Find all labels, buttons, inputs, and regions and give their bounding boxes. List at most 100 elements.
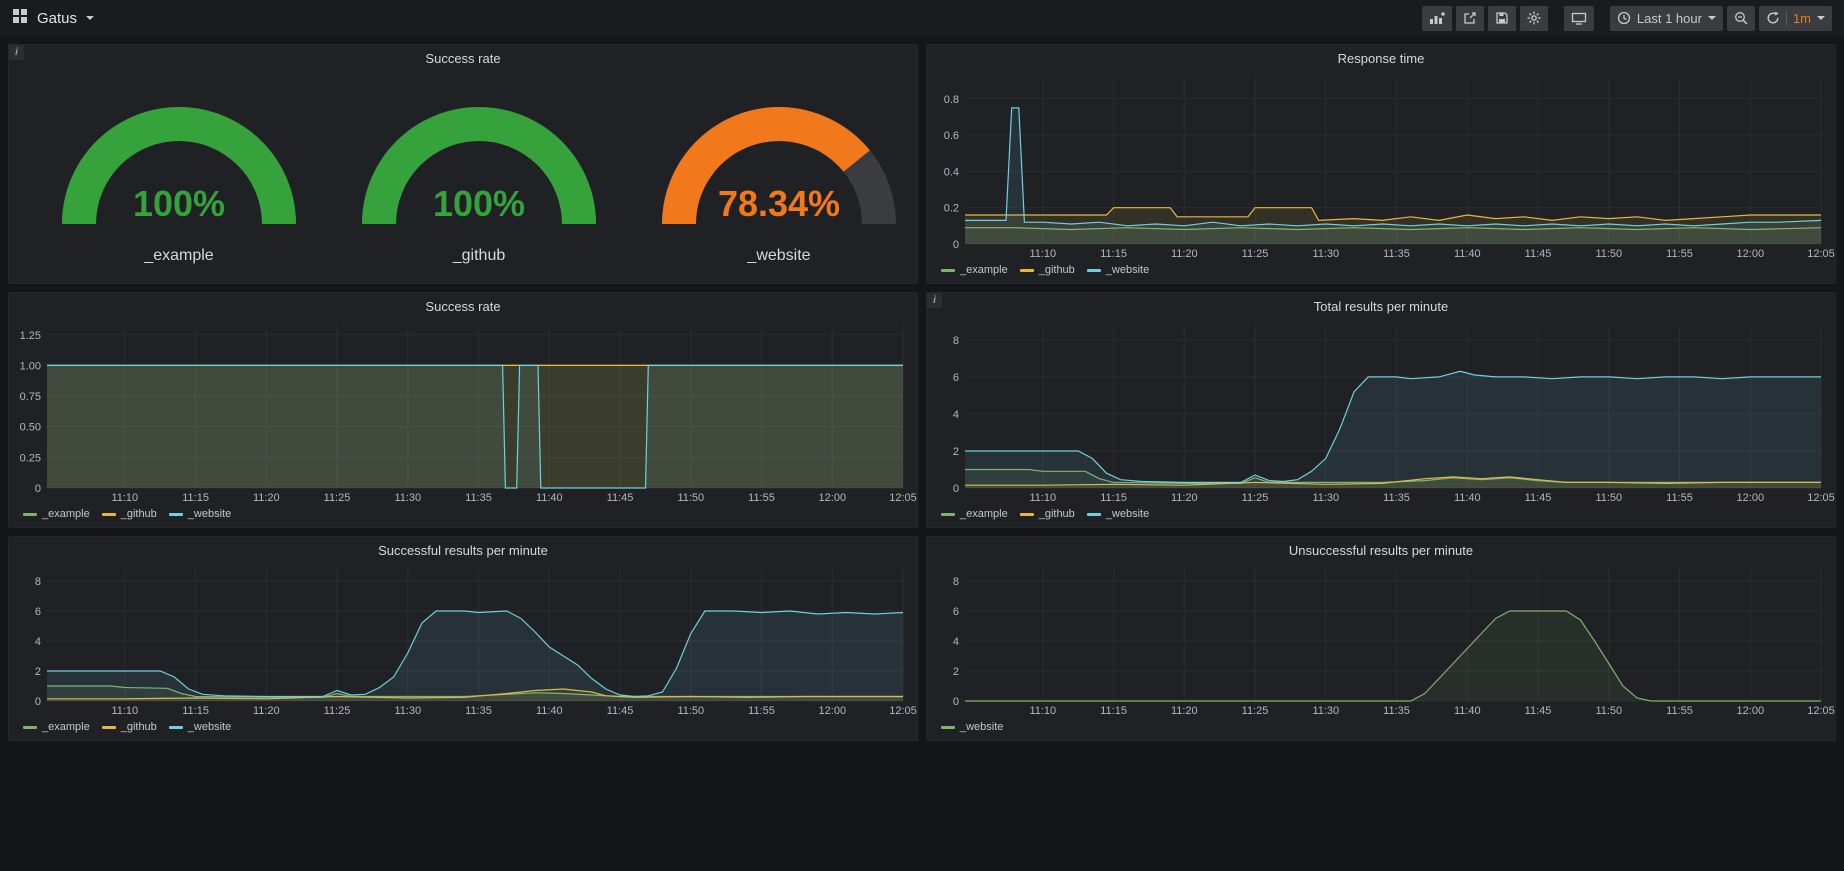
- panel-info-icon[interactable]: i: [927, 293, 942, 308]
- legend-item-_website[interactable]: _website: [169, 721, 231, 733]
- svg-text:4: 4: [35, 636, 41, 648]
- svg-text:11:50: 11:50: [1595, 492, 1622, 504]
- svg-text:11:45: 11:45: [1525, 492, 1552, 504]
- legend-item-_github[interactable]: _github: [102, 508, 157, 520]
- gauge-value: 100%: [133, 183, 225, 224]
- svg-text:1.25: 1.25: [20, 330, 41, 342]
- panel-header[interactable]: Response time: [927, 45, 1835, 71]
- panel-header[interactable]: Unsuccessful results per minute: [927, 537, 1835, 563]
- response-time-chart[interactable]: 00.20.40.60.811:1011:1511:2011:2511:3011…: [927, 71, 1835, 261]
- svg-text:11:15: 11:15: [1100, 705, 1127, 717]
- svg-text:11:30: 11:30: [394, 492, 421, 504]
- refresh-interval-label[interactable]: 1m: [1793, 11, 1811, 26]
- legend-color-icon: [941, 726, 955, 729]
- legend-item-_website[interactable]: _website: [169, 508, 231, 520]
- legend-color-icon: [23, 726, 37, 729]
- dashboard-grid: i Success rate 100% _example 100%_github 78…: [0, 36, 1844, 749]
- svg-text:12:00: 12:00: [1737, 705, 1765, 717]
- success-rate-chart[interactable]: 00.250.500.751.001.2511:1011:1511:2011:2…: [9, 319, 917, 505]
- dashboard-title[interactable]: Gatus: [37, 10, 77, 27]
- tv-icon: [1571, 11, 1587, 25]
- svg-text:12:00: 12:00: [819, 705, 847, 717]
- legend-color-icon: [23, 513, 37, 516]
- zoom-out-button[interactable]: [1727, 6, 1755, 31]
- svg-text:0: 0: [35, 696, 41, 708]
- svg-text:11:40: 11:40: [1454, 492, 1481, 504]
- share-button[interactable]: [1456, 6, 1484, 31]
- panel-header[interactable]: Successful results per minute: [9, 537, 917, 563]
- legend-item-_github[interactable]: _github: [102, 721, 157, 733]
- save-button[interactable]: [1488, 6, 1516, 31]
- refresh-caret-down-icon[interactable]: [1817, 16, 1825, 20]
- panel-info-icon[interactable]: i: [9, 45, 24, 60]
- legend-label: _website: [960, 721, 1003, 733]
- svg-text:8: 8: [35, 576, 41, 588]
- legend-color-icon: [102, 513, 116, 516]
- svg-text:12:00: 12:00: [1737, 248, 1765, 260]
- settings-button[interactable]: [1520, 6, 1548, 31]
- gauge-value: 78.34%: [718, 183, 840, 224]
- refresh-divider: [1786, 11, 1787, 26]
- svg-text:11:35: 11:35: [1383, 248, 1410, 260]
- panel-header[interactable]: Success rate: [9, 293, 917, 319]
- unsuccessful-results-chart[interactable]: 0246811:1011:1511:2011:2511:3011:3511:40…: [927, 563, 1835, 718]
- svg-text:12:05: 12:05: [1807, 492, 1835, 504]
- refresh-picker[interactable]: 1m: [1759, 6, 1832, 31]
- legend-label: _website: [188, 721, 231, 733]
- gear-icon: [1527, 11, 1541, 25]
- chart-legend: _website: [927, 718, 1835, 740]
- legend-item-_github[interactable]: _github: [1020, 508, 1075, 520]
- successful-results-chart[interactable]: 0246811:1011:1511:2011:2511:3011:3511:40…: [9, 563, 917, 718]
- svg-text:0.2: 0.2: [944, 203, 959, 215]
- svg-text:11:45: 11:45: [1525, 248, 1552, 260]
- svg-text:0: 0: [35, 483, 41, 495]
- cycle-view-mode-button[interactable]: [1564, 6, 1594, 31]
- panel-title: Response time: [1338, 51, 1425, 66]
- legend-label: _example: [960, 508, 1008, 520]
- svg-text:6: 6: [953, 606, 959, 618]
- svg-text:0.75: 0.75: [20, 391, 41, 403]
- legend-item-_example[interactable]: _example: [941, 508, 1008, 520]
- legend-item-_website[interactable]: _website: [941, 721, 1003, 733]
- svg-text:11:30: 11:30: [1312, 248, 1339, 260]
- svg-text:11:15: 11:15: [1100, 248, 1127, 260]
- svg-text:11:10: 11:10: [111, 492, 138, 504]
- svg-text:4: 4: [953, 636, 959, 648]
- legend-color-icon: [1020, 269, 1034, 272]
- time-range-picker[interactable]: Last 1 hour: [1610, 6, 1723, 31]
- panel-header[interactable]: Success rate: [9, 45, 917, 71]
- legend-item-_website[interactable]: _website: [1087, 264, 1149, 276]
- svg-text:11:10: 11:10: [111, 705, 138, 717]
- svg-text:2: 2: [953, 446, 959, 458]
- panel-header[interactable]: Total results per minute: [927, 293, 1835, 319]
- add-panel-button[interactable]: [1422, 6, 1452, 31]
- legend-item-_github[interactable]: _github: [1020, 264, 1075, 276]
- dashboards-grid-icon[interactable]: [12, 8, 28, 29]
- legend-color-icon: [1087, 269, 1101, 272]
- svg-text:11:55: 11:55: [1666, 492, 1693, 504]
- svg-text:2: 2: [35, 666, 41, 678]
- legend-item-_example[interactable]: _example: [23, 508, 90, 520]
- legend-label: _github: [1039, 508, 1075, 520]
- total-results-chart[interactable]: 0246811:1011:1511:2011:2511:3011:3511:40…: [927, 319, 1835, 505]
- svg-text:11:40: 11:40: [536, 492, 563, 504]
- legend-label: _website: [1106, 508, 1149, 520]
- legend-item-_example[interactable]: _example: [941, 264, 1008, 276]
- legend-label: _example: [960, 264, 1008, 276]
- svg-text:11:45: 11:45: [1525, 705, 1552, 717]
- panel-successful-results: Successful results per minute 0246811:10…: [8, 536, 918, 741]
- zoom-out-icon: [1734, 11, 1748, 25]
- svg-text:11:10: 11:10: [1029, 492, 1056, 504]
- svg-text:11:20: 11:20: [253, 705, 280, 717]
- svg-text:11:25: 11:25: [324, 705, 351, 717]
- time-range-label: Last 1 hour: [1637, 11, 1702, 26]
- svg-text:12:00: 12:00: [819, 492, 847, 504]
- legend-item-_website[interactable]: _website: [1087, 508, 1149, 520]
- legend-color-icon: [169, 513, 183, 516]
- legend-label: _example: [42, 508, 90, 520]
- legend-item-_example[interactable]: _example: [23, 721, 90, 733]
- dashboard-caret-down-icon[interactable]: [86, 16, 94, 20]
- legend-label: _github: [121, 508, 157, 520]
- gauge-_github: 100%_github: [329, 84, 629, 265]
- svg-text:0.6: 0.6: [944, 130, 959, 142]
